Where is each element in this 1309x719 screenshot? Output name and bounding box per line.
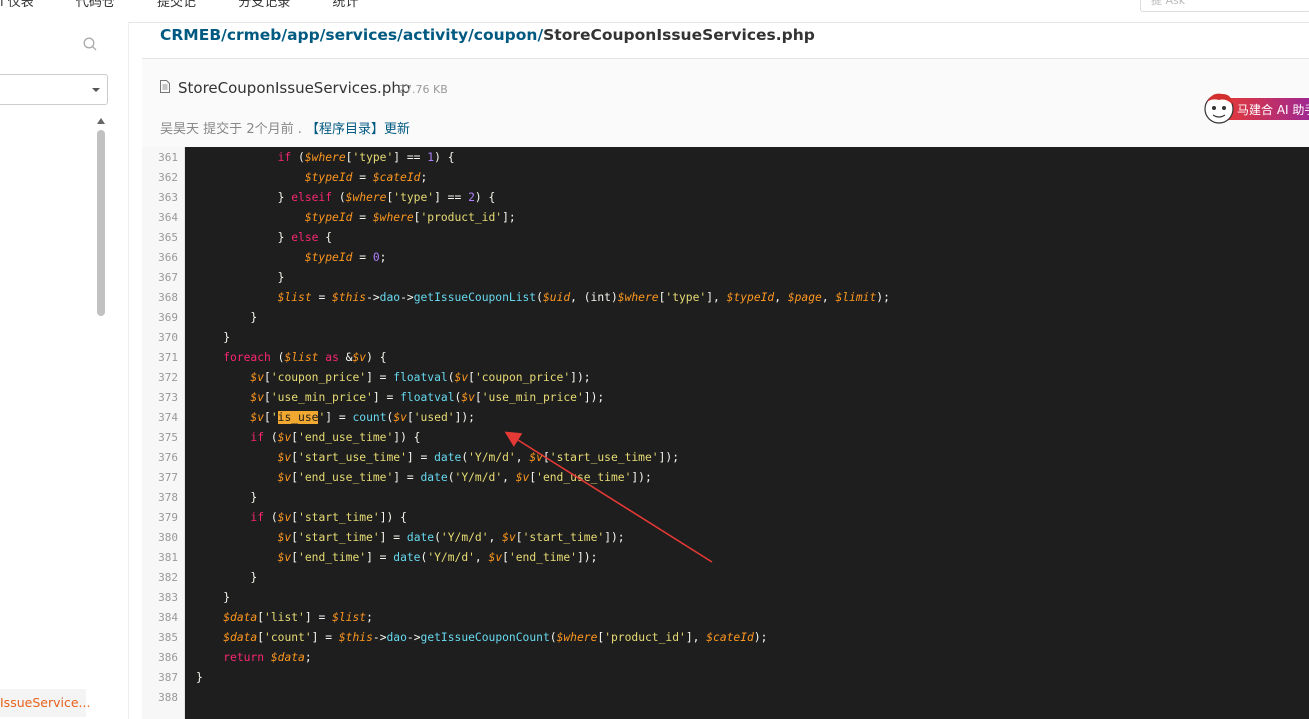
search-icon[interactable] — [83, 37, 97, 51]
commit-time: 2个月前 — [246, 122, 294, 137]
ai-assistant-label: 马建合 AI 助手 — [1237, 103, 1309, 117]
mascot-icon — [1204, 93, 1234, 124]
breadcrumb-link[interactable]: services — [325, 26, 397, 44]
top-nav-item[interactable]: 代码仓 — [76, 0, 115, 10]
branch-select[interactable] — [0, 74, 108, 105]
breadcrumb-link[interactable]: CRMEB — [160, 26, 221, 44]
tree-item-label: IssueService... — [0, 695, 91, 710]
main-content: CRMEB/crmeb/app/services/activity/coupon… — [142, 22, 1309, 719]
tree-scrollbar-thumb[interactable] — [97, 130, 105, 316]
top-nav-item[interactable]: 分支记录 — [238, 0, 290, 10]
breadcrumb: CRMEB/crmeb/app/services/activity/coupon… — [160, 26, 815, 44]
top-nav-item[interactable]: 统计 — [332, 0, 358, 10]
annotation-arrow — [504, 431, 713, 563]
search-placeholder: 提 Ask — [1151, 0, 1186, 7]
file-icon — [160, 80, 170, 93]
commit-author[interactable]: 吴昊天 — [160, 122, 199, 137]
top-navbar: i 仪表 代码仓 提交记 分支记录 统计 提 Ask — [0, 0, 1309, 23]
global-search-input[interactable]: 提 Ask — [1140, 0, 1309, 12]
tree-item-active-file[interactable]: IssueService... — [0, 689, 90, 717]
file-name: StoreCouponIssueServices.php — [178, 79, 411, 97]
file-size: 27.76 KB — [398, 83, 448, 96]
commit-message-link[interactable]: 【程序目录】更新 — [306, 122, 410, 137]
top-nav-item[interactable]: 提交记 — [157, 0, 196, 10]
scroll-up-arrow-icon[interactable] — [97, 118, 105, 124]
file-info-header: StoreCouponIssueServices.php 27.76 KB 吴昊… — [142, 58, 1309, 148]
top-nav: i 仪表 代码仓 提交记 分支记录 统计 — [0, 0, 396, 10]
commit-prefix: 提交于 — [203, 122, 243, 137]
breadcrumb-link[interactable]: activity — [403, 26, 468, 44]
breadcrumb-current-file: StoreCouponIssueServices.php — [543, 26, 815, 44]
last-commit-info: 吴昊天 提交于 2个月前 . 【程序目录】更新 — [160, 122, 411, 137]
file-tree-panel: IssueService... — [0, 22, 129, 719]
breadcrumb-link[interactable]: crmeb — [227, 26, 282, 44]
top-nav-item[interactable]: i 仪表 — [0, 0, 34, 10]
code-viewer: 361 if ($where['type'] == 1) {362 $typeI… — [142, 147, 1309, 719]
breadcrumb-link[interactable]: coupon — [474, 26, 538, 44]
chevron-down-icon — [92, 88, 100, 92]
breadcrumb-link[interactable]: app — [287, 26, 320, 44]
ai-assistant-button[interactable]: 马建合 AI 助手 — [1202, 90, 1309, 124]
